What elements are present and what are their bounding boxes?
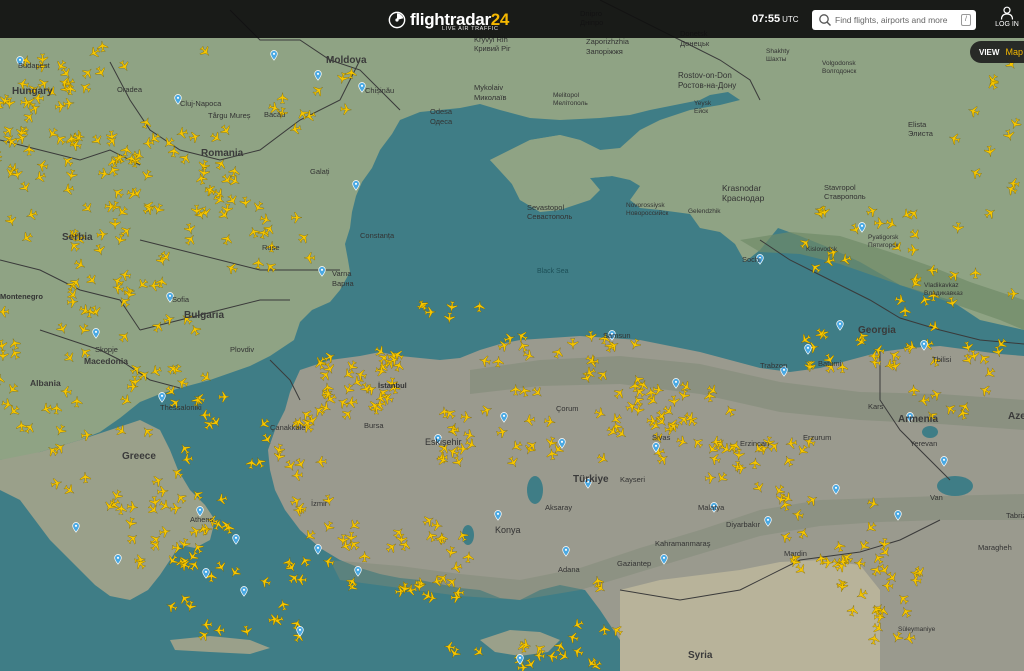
- lake-tuz: [527, 476, 543, 504]
- view-label: VIEW: [979, 47, 1000, 57]
- view-mode-button[interactable]: VIEW Map: [970, 41, 1024, 63]
- map-canvas[interactable]: [0, 0, 1024, 671]
- search-input[interactable]: [835, 11, 955, 29]
- logo[interactable]: flightradar24 LIVE AIR TRAFFIC: [388, 7, 509, 33]
- search-box[interactable]: /: [812, 10, 976, 30]
- flight-map[interactable]: Hungary Moldova Romania Serbia Bulgaria …: [0, 0, 1024, 671]
- top-bar: flightradar24 LIVE AIR TRAFFIC 07:55 UTC …: [0, 0, 1024, 38]
- login-label: LOG IN: [995, 21, 1019, 28]
- search-shortcut-key: /: [961, 14, 971, 26]
- logo-tagline: LIVE AIR TRAFFIC: [442, 26, 499, 32]
- utc-clock: 07:55 UTC: [752, 13, 799, 25]
- lake-sevan: [922, 426, 938, 438]
- view-value: Map: [1005, 47, 1023, 57]
- lake-van: [937, 476, 973, 496]
- radar-logo-icon: [388, 11, 406, 29]
- search-icon: [819, 14, 831, 26]
- clock-zone: UTC: [782, 15, 799, 24]
- login-button[interactable]: LOG IN: [993, 6, 1021, 34]
- clock-time: 07:55: [752, 13, 781, 25]
- user-icon: [1000, 6, 1014, 20]
